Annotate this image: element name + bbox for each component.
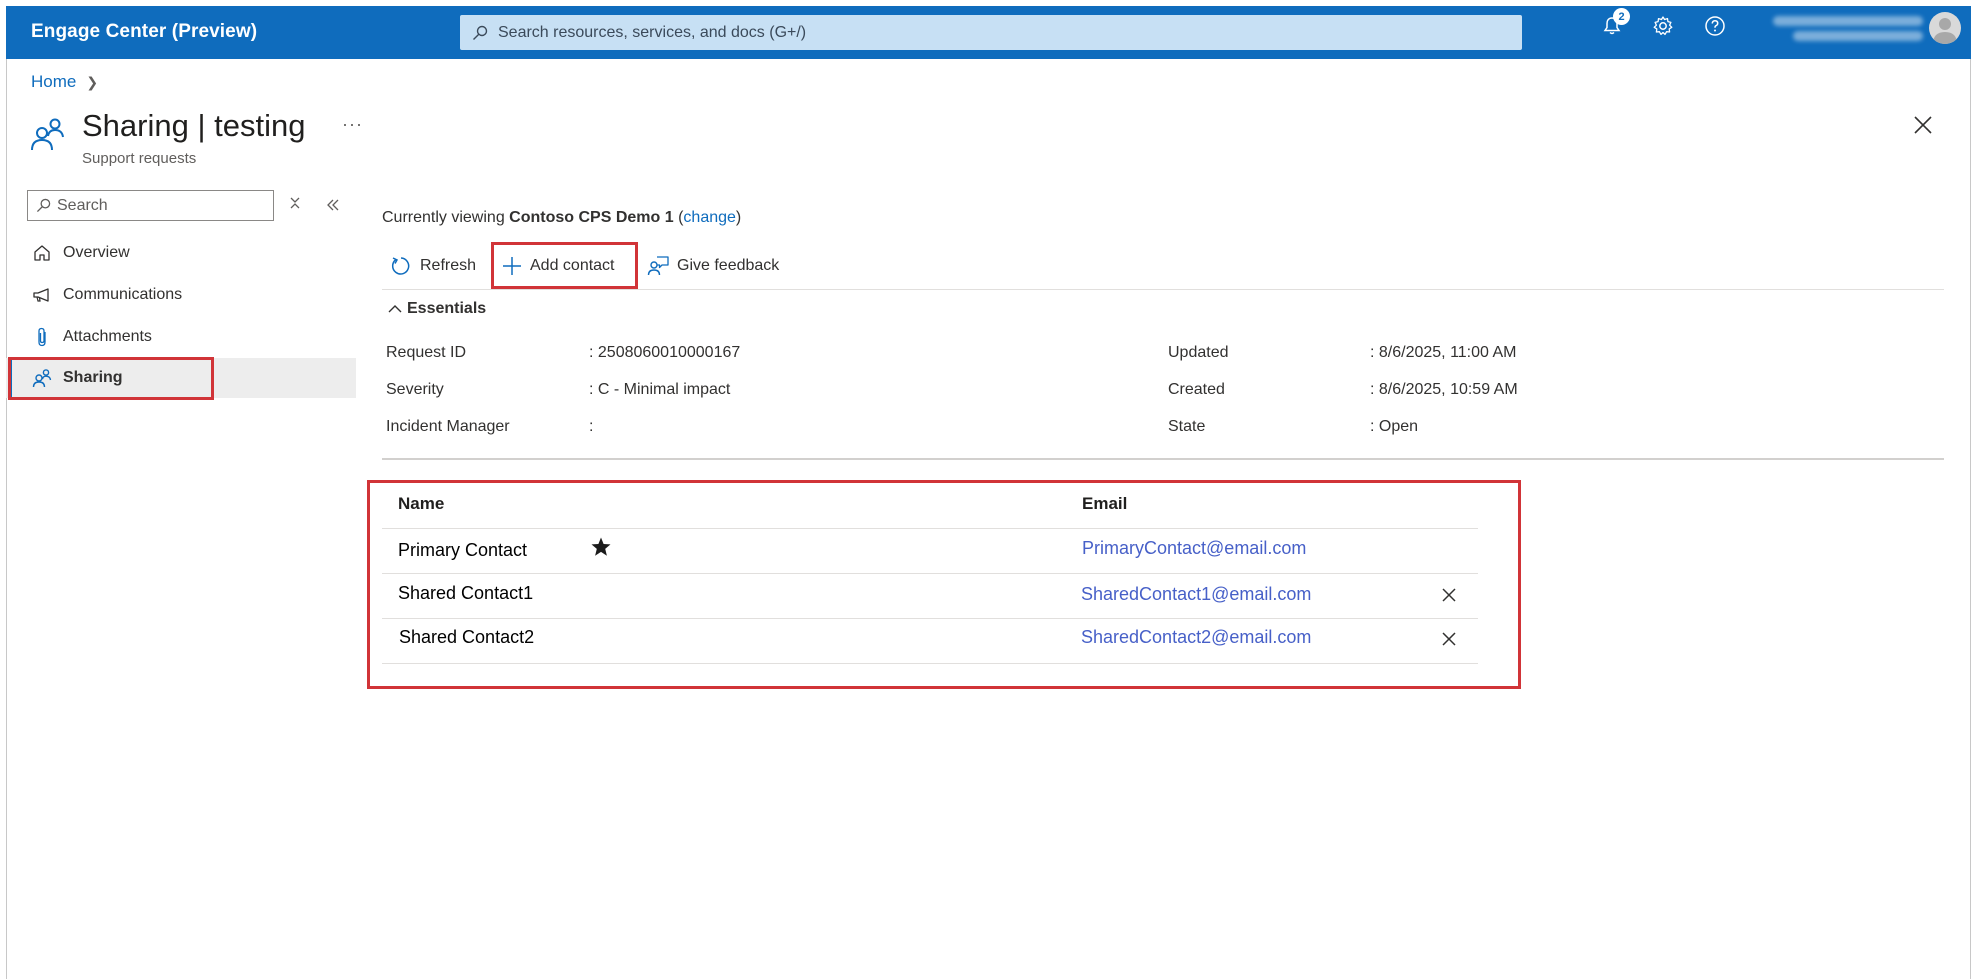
column-header-email[interactable]: Email bbox=[1082, 494, 1127, 514]
severity-value: : C - Minimal impact bbox=[589, 381, 731, 398]
megaphone-icon bbox=[31, 284, 53, 306]
sidebar-search-placeholder: Search bbox=[57, 196, 108, 214]
people-sharing-icon bbox=[30, 116, 66, 157]
search-icon bbox=[36, 198, 51, 213]
contacts-table-highlight-box bbox=[367, 480, 1521, 689]
help-question-icon[interactable] bbox=[1701, 12, 1729, 40]
page-title: Sharing | testing bbox=[82, 108, 306, 143]
created-label: Created bbox=[1168, 381, 1225, 398]
remove-contact-close-icon[interactable] bbox=[1441, 587, 1457, 608]
request-id-value: : 2508060010000167 bbox=[589, 344, 741, 361]
table-row-divider bbox=[382, 618, 1478, 619]
feedback-icon bbox=[647, 256, 669, 276]
search-icon bbox=[473, 25, 488, 40]
incident-manager-value: : bbox=[589, 418, 594, 435]
sidebar-item-label: Communications bbox=[63, 286, 183, 303]
home-icon bbox=[31, 242, 53, 264]
toolbar-divider bbox=[382, 289, 1944, 290]
contact-name: Shared Contact1 bbox=[398, 583, 534, 603]
sidebar-item-attachments[interactable]: Attachments bbox=[6, 317, 356, 357]
essentials-toggle[interactable]: Essentials bbox=[388, 300, 486, 318]
essentials-label: Essentials bbox=[407, 300, 487, 317]
essentials-divider bbox=[382, 458, 1944, 460]
contact-email-link[interactable]: SharedContact1@email.com bbox=[1081, 584, 1311, 605]
viewing-prefix: Currently viewing bbox=[382, 209, 505, 226]
severity-label: Severity bbox=[386, 381, 444, 398]
breadcrumb: Home ❯ bbox=[31, 72, 98, 92]
created-value: : 8/6/2025, 10:59 AM bbox=[1370, 381, 1518, 398]
sidebar-item-communications[interactable]: Communications bbox=[6, 275, 356, 315]
contact-name: Primary Contact bbox=[398, 540, 528, 560]
updated-value: : 8/6/2025, 11:00 AM bbox=[1370, 344, 1517, 361]
global-search-input[interactable]: Search resources, services, and docs (G+… bbox=[460, 15, 1522, 50]
add-contact-highlight-box bbox=[491, 242, 638, 289]
state-label: State bbox=[1168, 418, 1206, 435]
clear-search-icon[interactable] bbox=[288, 196, 302, 215]
sharing-highlight-box bbox=[8, 357, 214, 400]
refresh-button[interactable]: Refresh bbox=[390, 246, 490, 286]
more-options-button[interactable]: ··· bbox=[342, 114, 363, 135]
global-search-placeholder: Search resources, services, and docs (G+… bbox=[498, 23, 807, 41]
sidebar-item-label: Attachments bbox=[63, 328, 152, 345]
remove-contact-close-icon[interactable] bbox=[1441, 631, 1457, 652]
notification-count-badge: 2 bbox=[1613, 8, 1630, 25]
currently-viewing: Currently viewing Contoso CPS Demo 1 (ch… bbox=[382, 209, 742, 226]
contact-email-link[interactable]: SharedContact2@email.com bbox=[1081, 627, 1311, 648]
request-id-label: Request ID bbox=[386, 344, 467, 361]
primary-star-icon bbox=[590, 536, 612, 563]
paperclip-icon bbox=[31, 326, 53, 348]
close-icon[interactable] bbox=[1914, 116, 1932, 139]
give-feedback-button[interactable]: Give feedback bbox=[647, 246, 807, 286]
collapse-sidebar-icon[interactable] bbox=[326, 196, 340, 217]
chevron-right-icon: ❯ bbox=[86, 73, 99, 90]
refresh-icon bbox=[391, 257, 410, 275]
sidebar-item-overview[interactable]: Overview bbox=[6, 233, 356, 273]
sidebar-item-label: Overview bbox=[63, 244, 130, 261]
give-feedback-label: Give feedback bbox=[677, 257, 780, 274]
contact-name: Shared Contact2 bbox=[399, 627, 535, 647]
account-info-blurred[interactable] bbox=[1768, 10, 1923, 44]
breadcrumb-home-link[interactable]: Home bbox=[31, 72, 76, 92]
table-row-divider bbox=[382, 528, 1478, 529]
page-subtitle: Support requests bbox=[82, 150, 197, 167]
contact-email-link[interactable]: PrimaryContact@email.com bbox=[1082, 538, 1306, 559]
avatar[interactable] bbox=[1929, 12, 1961, 44]
viewing-name: Contoso CPS Demo 1 bbox=[509, 209, 674, 226]
state-value: : Open bbox=[1370, 418, 1419, 435]
app-title[interactable]: Engage Center (Preview) bbox=[31, 21, 257, 43]
column-header-name[interactable]: Name bbox=[398, 494, 444, 514]
updated-label: Updated bbox=[1168, 344, 1229, 361]
chevron-up-icon bbox=[388, 305, 402, 313]
settings-gear-icon[interactable] bbox=[1649, 12, 1677, 40]
table-row-divider bbox=[382, 573, 1478, 574]
sidebar-search-input[interactable]: Search bbox=[27, 190, 274, 221]
incident-manager-label: Incident Manager bbox=[386, 418, 510, 435]
change-link[interactable]: change bbox=[683, 209, 736, 226]
refresh-label: Refresh bbox=[420, 257, 477, 274]
table-row-divider bbox=[382, 663, 1478, 664]
